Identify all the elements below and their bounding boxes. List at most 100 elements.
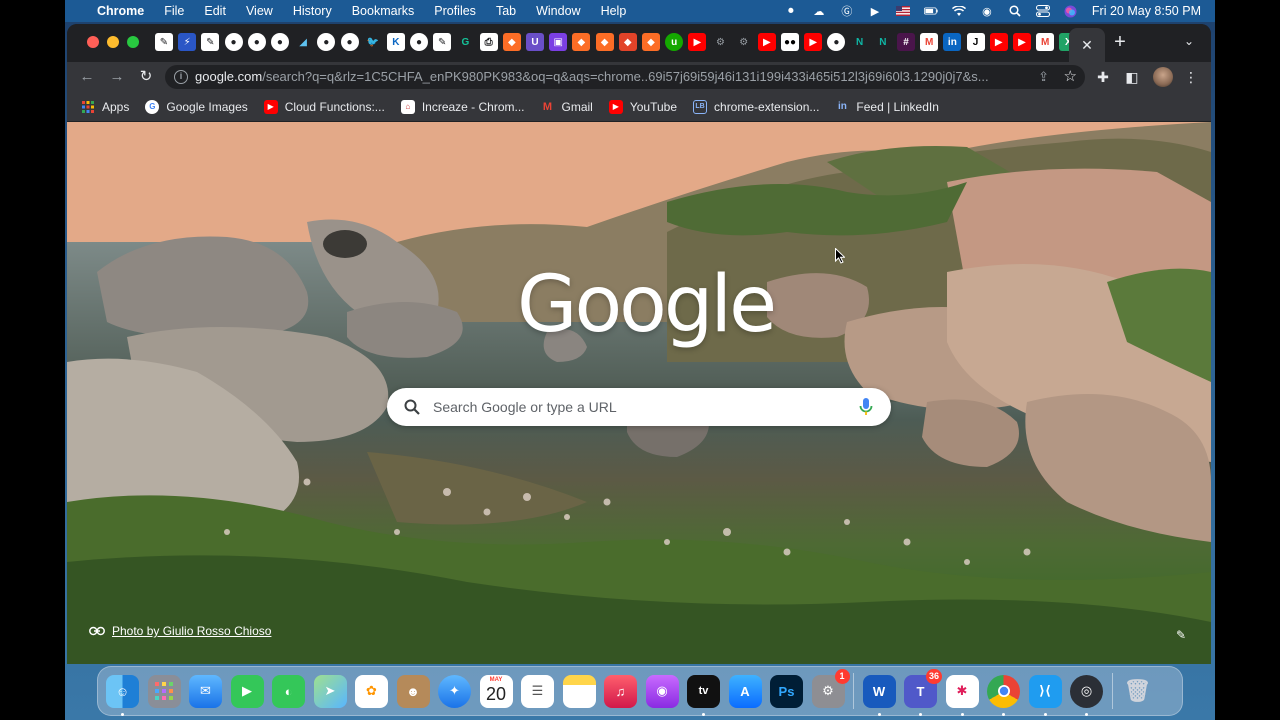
tab-flutter-icon[interactable]: ◢ <box>294 33 312 51</box>
dock-safari-icon[interactable]: ✦ <box>438 674 471 708</box>
menu-edit[interactable]: Edit <box>204 4 226 18</box>
tab-linkedin-icon[interactable]: in <box>943 33 962 51</box>
dock-music-icon[interactable]: ♫ <box>604 674 637 708</box>
dock-mail-icon[interactable]: ✉ <box>189 674 222 708</box>
bookmark-star-icon[interactable]: ☆ <box>1064 67 1077 85</box>
tab-gitlab-icon[interactable]: ◆ <box>595 33 614 51</box>
reload-button[interactable]: ↻ <box>136 67 156 87</box>
dock-messages-icon[interactable]: ◐ <box>272 674 305 708</box>
close-tab-icon[interactable]: ✕ <box>1081 37 1093 54</box>
fullscreen-window-button[interactable] <box>127 36 139 48</box>
tab-youtube-icon[interactable]: ▶ <box>804 33 823 51</box>
menu-help[interactable]: Help <box>601 4 627 18</box>
tab-k-icon[interactable]: K <box>386 33 405 51</box>
bookmark-google-images[interactable]: G Google Images <box>145 99 248 114</box>
share-icon[interactable]: ⇪ <box>1038 69 1049 85</box>
tab-slack-icon[interactable]: # <box>897 33 915 51</box>
menu-file[interactable]: File <box>164 4 184 18</box>
tab-search-chevron-icon[interactable]: ⌄ <box>1180 34 1198 52</box>
tab-github-icon[interactable]: ● <box>224 33 243 51</box>
dock-word-icon[interactable]: W <box>862 674 896 716</box>
tab-printer-icon[interactable]: ⎙ <box>479 33 498 51</box>
dock-photos-icon[interactable]: ✿ <box>355 674 388 708</box>
tab-youtube-icon[interactable]: ▶ <box>989 33 1008 51</box>
tab-n-icon[interactable]: N <box>874 33 892 51</box>
tab-gmail-icon[interactable]: M <box>1036 33 1055 51</box>
tab-youtube-icon[interactable]: ▶ <box>1012 33 1031 51</box>
dock-finder-icon[interactable]: ☺ <box>106 674 139 716</box>
menu-bookmarks[interactable]: Bookmarks <box>352 4 415 18</box>
tab-github-icon[interactable]: ● <box>827 33 846 51</box>
tab-grammarly-icon[interactable]: G <box>456 33 474 51</box>
play-icon[interactable]: ▶ <box>868 5 882 18</box>
control-center-icon[interactable] <box>1035 5 1050 17</box>
close-window-button[interactable] <box>87 36 99 48</box>
tab-gitlab-icon[interactable]: ◆ <box>641 33 660 51</box>
tab-bookmark-icon[interactable]: ▣ <box>549 33 568 51</box>
bookmark-apps[interactable]: Apps <box>81 100 129 114</box>
tab-extension-icon[interactable]: ⚡ <box>178 33 197 51</box>
address-bar[interactable]: i google.com/search?q=q&rlz=1C5CHFA_enPK… <box>165 65 1085 89</box>
tab-n-icon[interactable]: N <box>851 33 869 51</box>
tab-notion-icon[interactable]: ✎ <box>433 33 452 51</box>
dock-contacts-icon[interactable]: ☻ <box>396 674 430 708</box>
tab-notion-icon[interactable]: ✎ <box>155 33 173 51</box>
bookmark-linkedin[interactable]: in Feed | LinkedIn <box>835 100 939 114</box>
tab-j-icon[interactable]: J <box>966 33 985 51</box>
dock-notes-icon[interactable] <box>562 674 596 708</box>
url-text[interactable]: google.com/search?q=q&rlz=1C5CHFA_enPK98… <box>195 69 1015 84</box>
tab-github-icon[interactable]: ● <box>270 33 289 51</box>
dock-calendar-icon[interactable]: MAY 20 <box>479 674 513 708</box>
dock-reminders-icon[interactable]: ☰ <box>521 674 554 708</box>
grammarly-icon[interactable]: Ⓖ <box>840 5 854 18</box>
wifi-icon[interactable] <box>951 5 966 17</box>
menu-window[interactable]: Window <box>536 4 580 18</box>
dock-quicktime-icon[interactable]: ◎ <box>1070 674 1103 716</box>
dock-trash-icon[interactable]: 🗑 <box>1121 675 1154 708</box>
tab-github-icon[interactable]: ● <box>340 33 359 51</box>
user-icon[interactable]: ◉ <box>980 5 994 18</box>
dock-vscode-icon[interactable]: ⟩⟨ <box>1028 674 1062 716</box>
dock-teams-icon[interactable]: T 36 <box>904 668 942 716</box>
side-panel-icon[interactable]: ◧ <box>1122 67 1142 87</box>
back-button[interactable]: ← <box>77 67 97 87</box>
dock-chrome-icon[interactable] <box>987 674 1020 716</box>
tab-github-icon[interactable]: ● <box>410 33 429 51</box>
dock-appstore-icon[interactable]: A <box>728 674 762 708</box>
spotlight-search-icon[interactable] <box>1008 5 1022 17</box>
customize-pencil-icon[interactable]: ✎ <box>1173 628 1189 644</box>
record-icon[interactable]: ⏺ <box>784 5 798 17</box>
tab-youtube-icon[interactable]: ▶ <box>757 33 776 51</box>
bookmark-increaze[interactable]: ⌂ Increaze - Chrom... <box>400 99 525 114</box>
extensions-puzzle-icon[interactable]: ✚ <box>1093 67 1113 87</box>
attribution-text[interactable]: Photo by Giulio Rosso Chioso <box>112 624 271 638</box>
photo-attribution[interactable]: Photo by Giulio Rosso Chioso <box>89 624 271 638</box>
minimize-window-button[interactable] <box>107 36 119 48</box>
dock-facetime-icon[interactable]: ▶ <box>230 674 264 708</box>
dock-slack-icon[interactable]: ✱ <box>945 674 979 716</box>
tab-gitlab-icon[interactable]: ◆ <box>502 33 521 51</box>
tab-youtube-icon[interactable]: ▶ <box>688 33 707 51</box>
menu-profiles[interactable]: Profiles <box>434 4 476 18</box>
menu-app-chrome[interactable]: Chrome <box>97 4 144 18</box>
us-flag-icon[interactable] <box>895 5 910 17</box>
bookmark-chrome-extension[interactable]: LB chrome-extension... <box>693 99 819 114</box>
dock-launchpad-icon[interactable] <box>147 674 181 708</box>
tab-gitlab-icon[interactable]: ◆ <box>572 33 591 51</box>
tab-twitter-icon[interactable]: 🐦 <box>364 33 382 51</box>
dock-maps-icon[interactable]: ➤ <box>313 674 347 708</box>
dock-photoshop-icon[interactable]: Ps <box>770 674 803 708</box>
tab-settings-icon[interactable]: ⚙ <box>735 33 753 51</box>
forward-button[interactable]: → <box>107 67 127 87</box>
bookmark-cloud-functions[interactable]: ▶ Cloud Functions:... <box>263 99 385 114</box>
ntp-search-box[interactable] <box>387 388 891 426</box>
dock-podcasts-icon[interactable]: ◉ <box>645 674 679 708</box>
tab-settings-icon[interactable]: ⚙ <box>712 33 730 51</box>
new-tab-button[interactable]: + <box>1110 32 1130 52</box>
menubar-clock[interactable]: Fri 20 May 8:50 PM <box>1092 4 1201 18</box>
siri-icon[interactable] <box>1064 5 1078 17</box>
menu-history[interactable]: History <box>293 4 332 18</box>
tab-upwork-icon[interactable]: u <box>665 33 684 51</box>
profile-avatar[interactable] <box>1153 67 1173 87</box>
tab-u-icon[interactable]: U <box>526 33 544 51</box>
